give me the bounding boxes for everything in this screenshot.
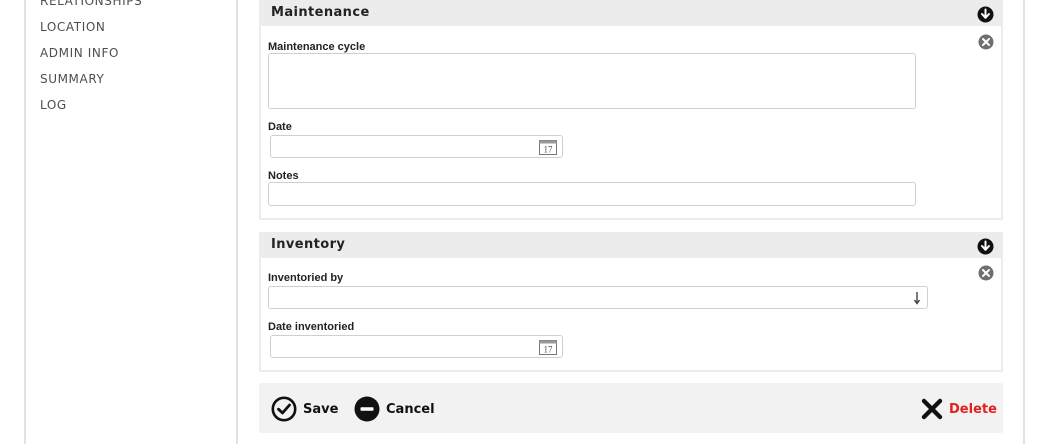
notes-input[interactable] bbox=[268, 182, 916, 206]
date-inventoried-label: Date inventoried bbox=[268, 321, 355, 333]
form-actions-bar: Save Cancel Delete bbox=[259, 383, 1003, 433]
cancel-button[interactable]: Cancel bbox=[354, 396, 435, 422]
circle-check-icon bbox=[271, 396, 297, 422]
collapse-icon[interactable] bbox=[977, 6, 994, 23]
inventory-panel-header: Inventory bbox=[261, 232, 1001, 258]
sidebar-item-log[interactable]: LOG bbox=[40, 98, 67, 112]
arrow-down-icon[interactable] bbox=[913, 291, 921, 305]
calendar-day-text: 17 bbox=[544, 145, 554, 155]
sidebar-item-relationships[interactable]: RELATIONSHIPS bbox=[40, 0, 142, 8]
cancel-label: Cancel bbox=[386, 401, 435, 417]
maintenance-panel-header: Maintenance bbox=[261, 0, 1001, 26]
x-icon bbox=[921, 398, 943, 420]
remove-icon[interactable] bbox=[978, 265, 994, 281]
inventory-panel-title: Inventory bbox=[271, 237, 346, 252]
inventoried-by-label: Inventoried by bbox=[268, 272, 344, 284]
date-label: Date bbox=[268, 121, 292, 133]
save-button[interactable]: Save bbox=[271, 396, 338, 422]
date-input[interactable]: 17 bbox=[270, 135, 563, 158]
notes-label: Notes bbox=[268, 170, 299, 182]
sidebar-divider bbox=[236, 0, 238, 444]
maintenance-cycle-textarea[interactable] bbox=[268, 53, 916, 109]
delete-label: Delete bbox=[949, 401, 997, 417]
circle-minus-icon bbox=[354, 396, 380, 422]
delete-button[interactable]: Delete bbox=[921, 396, 997, 422]
save-label: Save bbox=[303, 401, 339, 417]
maintenance-panel-title: Maintenance bbox=[271, 5, 370, 20]
calendar-icon[interactable]: 17 bbox=[539, 139, 557, 155]
sidebar-item-summary[interactable]: SUMMARY bbox=[40, 72, 104, 86]
remove-icon[interactable] bbox=[978, 34, 994, 50]
sidebar-item-location[interactable]: LOCATION bbox=[40, 20, 105, 34]
inventory-panel: Inventory Inventoried by Date inventorie… bbox=[259, 232, 1003, 372]
sidebar-item-admin-info[interactable]: ADMIN INFO bbox=[40, 46, 119, 60]
collapse-icon[interactable] bbox=[977, 238, 994, 255]
calendar-icon[interactable]: 17 bbox=[539, 339, 557, 355]
inventoried-by-select[interactable] bbox=[268, 286, 928, 309]
date-inventoried-input[interactable]: 17 bbox=[270, 335, 563, 358]
maintenance-panel: Maintenance Maintenance cycle Date 17 No… bbox=[259, 0, 1003, 220]
calendar-day-text: 17 bbox=[544, 345, 554, 355]
maintenance-cycle-label: Maintenance cycle bbox=[268, 41, 366, 53]
